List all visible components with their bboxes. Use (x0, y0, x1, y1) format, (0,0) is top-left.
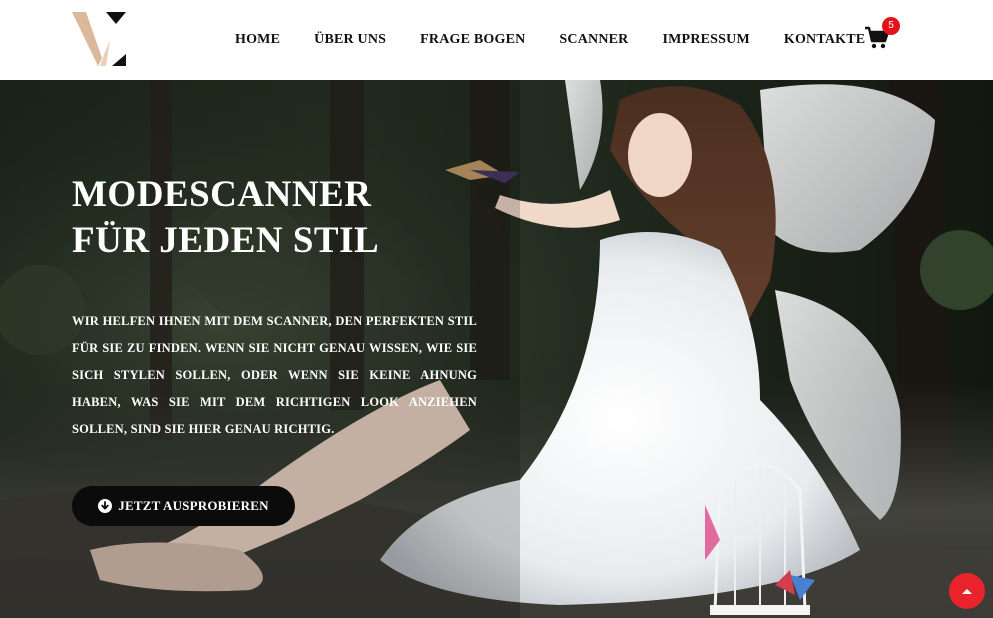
main-navigation: HOME ÜBER UNS FRAGE BOGEN SCANNER IMPRES… (218, 0, 882, 80)
hero-title-line-1: MODESCANNER (72, 174, 372, 215)
nav-item-home[interactable]: HOME (235, 32, 280, 48)
hero-title-line-2: FÜR JEDEN STIL (72, 220, 380, 261)
arrow-circle-down-icon (98, 499, 113, 513)
nav-item-scanner[interactable]: SCANNER (559, 32, 628, 48)
cart-count-badge: 5 (882, 17, 900, 35)
scroll-to-top-button[interactable] (949, 573, 985, 609)
try-now-button[interactable]: JETZT AUSPROBIEREN (72, 486, 295, 526)
brand-logo[interactable] (70, 10, 128, 68)
site-header: HOME ÜBER UNS FRAGE BOGEN SCANNER IMPRES… (0, 0, 993, 80)
hero-section: MODESCANNER FÜR JEDEN STIL Wir helfen Ih… (0, 80, 993, 618)
nav-item-kontakte[interactable]: KONTAKTE (784, 32, 865, 48)
nav-item-impressum[interactable]: IMPRESSUM (663, 32, 750, 48)
nav-item-frage-bogen[interactable]: FRAGE BOGEN (420, 32, 525, 48)
hero-description: Wir helfen Ihnen mit dem Scanner, den pe… (72, 314, 477, 436)
try-now-button-label: JETZT AUSPROBIEREN (118, 498, 269, 513)
nav-item-ueber-uns[interactable]: ÜBER UNS (314, 32, 386, 48)
hero-title: MODESCANNER FÜR JEDEN STIL (72, 172, 492, 264)
caret-up-icon (962, 589, 972, 594)
